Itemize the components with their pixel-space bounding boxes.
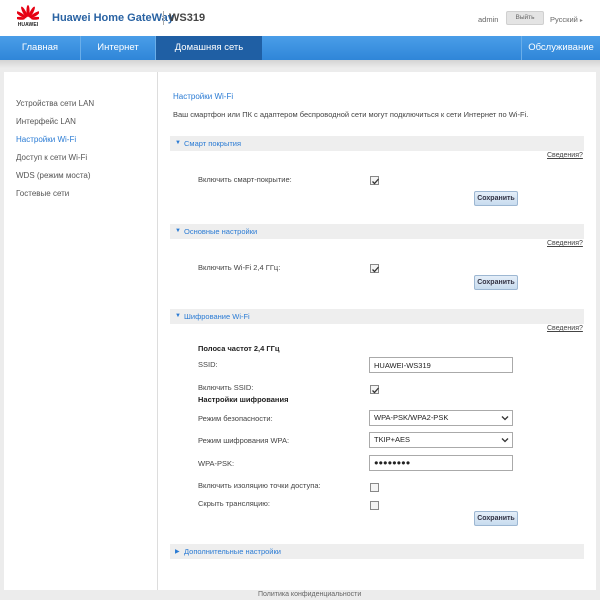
ssid-label: SSID: bbox=[198, 360, 218, 369]
triangle-down-icon: ▼ bbox=[175, 313, 181, 319]
security-mode-select[interactable]: WPA-PSK/WPA2-PSK bbox=[369, 410, 513, 426]
triangle-down-icon: ▼ bbox=[175, 140, 181, 146]
section-title: Дополнительные настройки bbox=[184, 547, 281, 556]
checkmark-icon bbox=[372, 266, 379, 273]
nav-maintenance[interactable]: Обслуживание bbox=[522, 36, 600, 60]
security-mode-label: Режим безопасности: bbox=[198, 414, 273, 423]
huawei-petals-icon bbox=[17, 5, 39, 20]
chevron-down-icon bbox=[501, 416, 509, 421]
section-title: Шифрование Wi-Fi bbox=[184, 312, 250, 321]
sidebar-item-lan-interface[interactable]: Интерфейс LAN bbox=[16, 117, 76, 126]
wpa-mode-select[interactable]: TKIP+AES bbox=[369, 432, 513, 448]
section-smart-coverage[interactable]: ▼ Смарт покрытия bbox=[170, 136, 584, 151]
save-button[interactable]: Сохранить bbox=[474, 511, 518, 526]
header: HUAWEI Huawei Home GateWay WS319 admin В… bbox=[0, 0, 600, 36]
sidebar-item-guest-networks[interactable]: Гостевые сети bbox=[16, 189, 69, 198]
language-select[interactable]: Русский ▸ bbox=[550, 15, 583, 24]
enable-ssid-checkbox[interactable] bbox=[370, 385, 379, 394]
wifi-24-checkbox[interactable] bbox=[370, 264, 379, 273]
wpa-mode-value: TKIP+AES bbox=[374, 435, 411, 444]
nav-home[interactable]: Главная bbox=[0, 36, 80, 60]
smart-coverage-label: Включить смарт-покрытие: bbox=[198, 175, 292, 184]
model-name: WS319 bbox=[169, 12, 206, 24]
checkmark-icon bbox=[372, 387, 379, 394]
details-link[interactable]: Сведения? bbox=[547, 240, 583, 247]
nav-shadow bbox=[0, 60, 600, 68]
psk-input[interactable]: ●●●●●●●● bbox=[369, 455, 513, 471]
details-link[interactable]: Сведения? bbox=[547, 325, 583, 332]
huawei-logo: HUAWEI bbox=[14, 5, 42, 31]
chevron-right-icon: ▸ bbox=[579, 18, 583, 24]
wpa-mode-label: Режим шифрования WPA: bbox=[198, 436, 290, 445]
nav-internet[interactable]: Интернет bbox=[81, 36, 155, 60]
smart-coverage-checkbox[interactable] bbox=[370, 176, 379, 185]
psk-value: ●●●●●●●● bbox=[374, 458, 411, 467]
details-link[interactable]: Сведения? bbox=[547, 152, 583, 159]
privacy-policy-link[interactable]: Политика конфиденциальности bbox=[258, 591, 361, 598]
triangle-right-icon: ▶ bbox=[175, 549, 180, 555]
section-title: Смарт покрытия bbox=[184, 139, 242, 148]
sidebar-item-wds[interactable]: WDS (режим моста) bbox=[16, 171, 91, 180]
hide-broadcast-checkbox[interactable] bbox=[370, 501, 379, 510]
sidebar-item-lan-devices[interactable]: Устройства сети LAN bbox=[16, 99, 94, 108]
sidebar-item-wifi-settings[interactable]: Настройки Wi-Fi bbox=[16, 135, 76, 144]
checkmark-icon bbox=[372, 178, 379, 185]
logo-text: HUAWEI bbox=[17, 22, 39, 28]
sidebar: Устройства сети LAN Интерфейс LAN Настро… bbox=[4, 72, 158, 590]
main-panel: Настройки Wi-Fi Ваш смартфон или ПК с ад… bbox=[158, 72, 596, 590]
logout-button[interactable]: Выйть bbox=[506, 11, 544, 25]
brand-divider bbox=[163, 11, 164, 25]
username: admin bbox=[478, 15, 499, 24]
nav-home-network[interactable]: Домашняя сеть bbox=[156, 36, 262, 60]
security-mode-value: WPA-PSK/WPA2-PSK bbox=[374, 413, 449, 422]
page-description: Ваш смартфон или ПК с адаптером беспрово… bbox=[173, 110, 529, 119]
enable-ssid-label: Включить SSID: bbox=[198, 383, 254, 392]
triangle-down-icon: ▼ bbox=[175, 228, 181, 234]
ap-isolation-label: Включить изоляцию точки доступа: bbox=[198, 481, 321, 490]
hide-broadcast-label: Скрыть трансляцию: bbox=[198, 499, 270, 508]
brand-title: Huawei Home GateWay bbox=[52, 12, 174, 24]
section-wifi-encryption[interactable]: ▼ Шифрование Wi-Fi bbox=[170, 309, 584, 324]
save-button[interactable]: Сохранить bbox=[474, 191, 518, 206]
ssid-input[interactable] bbox=[369, 357, 513, 373]
page-title: Настройки Wi-Fi bbox=[173, 92, 234, 101]
section-basic-settings[interactable]: ▼ Основные настройки bbox=[170, 224, 584, 239]
wifi-24-enable-label: Включить Wi-Fi 2,4 ГГц: bbox=[198, 263, 281, 272]
encryption-settings-title: Настройки шифрования bbox=[198, 395, 289, 404]
sidebar-item-wifi-access[interactable]: Доступ к сети Wi-Fi bbox=[16, 153, 87, 162]
band-title: Полоса частот 2,4 ГГц bbox=[198, 344, 280, 353]
ap-isolation-checkbox[interactable] bbox=[370, 483, 379, 492]
main-nav: Главная Интернет Домашняя сеть Обслужива… bbox=[0, 36, 600, 60]
chevron-down-icon bbox=[501, 438, 509, 443]
language-label: Русский bbox=[550, 15, 578, 24]
section-title: Основные настройки bbox=[184, 227, 258, 236]
section-advanced-settings[interactable]: ▶ Дополнительные настройки bbox=[170, 544, 584, 559]
psk-label: WPA-PSK: bbox=[198, 459, 235, 468]
save-button[interactable]: Сохранить bbox=[474, 275, 518, 290]
